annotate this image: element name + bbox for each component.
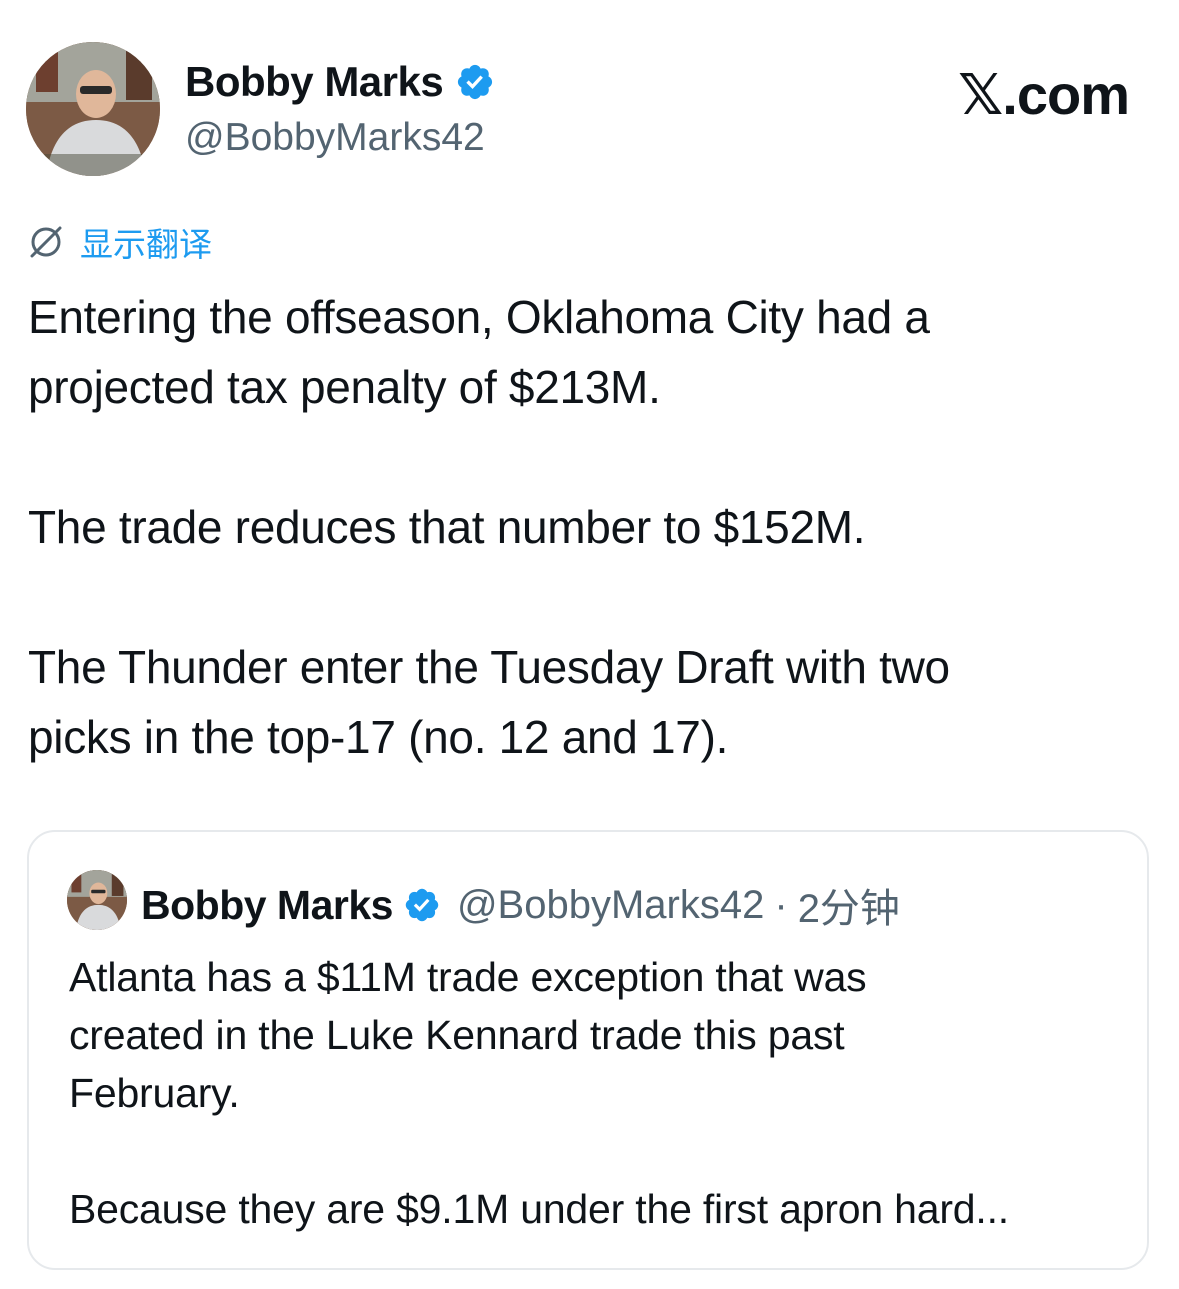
quoted-author-handle[interactable]: @BobbyMarks42 [457,883,764,928]
avatar[interactable] [26,42,160,176]
quoted-tweet[interactable]: Bobby Marks @BobbyMarks42 · 2分钟 Atlanta … [27,830,1149,1270]
tweet-body: Entering the offseason, Oklahoma City ha… [28,291,950,763]
author-handle[interactable]: @BobbyMarks42 [185,116,485,160]
globe-icon [26,222,66,262]
brand-logo: 𝕏.com [958,63,1130,126]
quoted-avatar-image [67,870,127,930]
author-row: Bobby Marks [185,58,495,106]
translate-link[interactable]: 显示翻译 [26,218,212,266]
separator-dot: · [774,882,788,927]
verified-badge-icon [403,886,441,924]
verified-badge-icon [455,62,495,102]
translate-label: 显示翻译 [80,226,212,263]
quoted-timestamp[interactable]: 2分钟 [798,876,900,934]
author-name[interactable]: Bobby Marks [185,58,444,106]
quoted-header: Bobby Marks @BobbyMarks42 · 2分钟 [141,876,900,934]
quoted-body: Atlanta has a $11M trade exception that … [69,954,1009,1232]
quoted-author-name[interactable]: Bobby Marks [141,882,393,929]
avatar-image [26,42,160,176]
quoted-avatar[interactable] [67,870,127,930]
